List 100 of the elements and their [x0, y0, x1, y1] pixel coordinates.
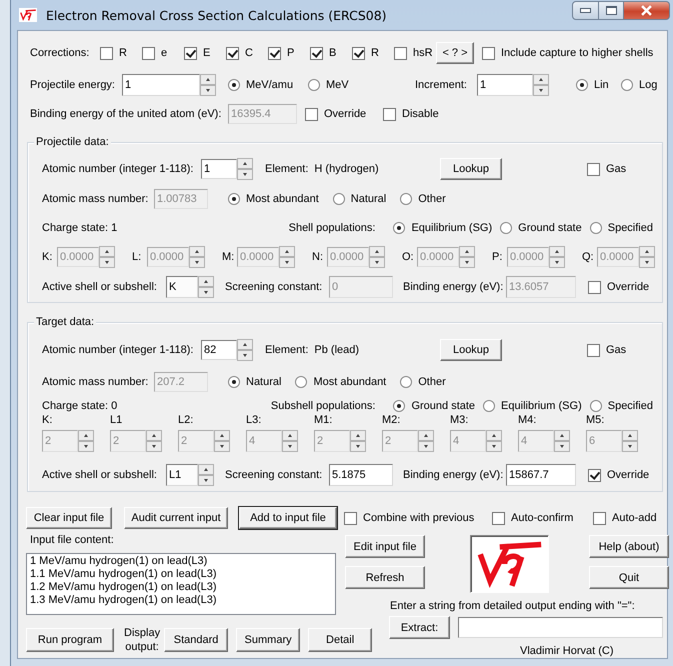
radio-button[interactable] [400, 376, 412, 388]
checkbox[interactable] [310, 46, 323, 60]
checkbox[interactable] [142, 46, 155, 60]
list-item[interactable]: 1.2 MeV/amu hydrogen(1) on lead(L3) [30, 581, 332, 594]
radio-button[interactable] [332, 193, 345, 205]
maximize-button[interactable] [599, 1, 624, 20]
radio-button[interactable] [483, 400, 496, 412]
spin-button[interactable] [237, 158, 253, 180]
spin-button[interactable] [369, 246, 385, 268]
checkbox[interactable] [268, 46, 281, 60]
spin-button[interactable] [279, 246, 295, 268]
spin-button[interactable] [554, 430, 570, 452]
input-field[interactable] [458, 617, 663, 638]
radio-button[interactable] [393, 222, 406, 234]
input-field[interactable]: L1 [166, 464, 198, 486]
spin-button[interactable] [237, 339, 253, 361]
checkbox[interactable] [100, 46, 113, 60]
input-field[interactable]: 5.1875 [329, 464, 393, 486]
run-button[interactable]: Run program [26, 628, 114, 652]
input-field[interactable]: 82 [201, 340, 237, 360]
lookup-button[interactable]: Lookup [440, 339, 502, 361]
display-button[interactable]: Detail [308, 628, 372, 652]
display-button[interactable]: Summary [236, 628, 300, 652]
radio-button[interactable] [400, 193, 412, 205]
quit-button[interactable]: Quit [589, 566, 669, 589]
spin-button[interactable] [459, 246, 475, 268]
file-button[interactable]: Clear input file [26, 507, 112, 529]
spin-button[interactable] [146, 430, 162, 452]
group-title: Target data: [34, 315, 96, 329]
edit-button[interactable]: Edit input file [345, 535, 425, 558]
input-field[interactable]: K [166, 276, 198, 298]
spin-button[interactable] [78, 430, 94, 452]
radio-button[interactable] [228, 193, 240, 205]
radio-button[interactable] [590, 222, 602, 234]
spin-button[interactable] [282, 430, 298, 452]
checkbox[interactable] [587, 344, 600, 356]
refresh-button[interactable]: Refresh [345, 566, 425, 589]
spin-button[interactable] [533, 74, 549, 96]
lookup-button[interactable]: Lookup [440, 158, 502, 180]
element-name: H (hydrogen) [314, 163, 379, 175]
spin-button[interactable] [200, 74, 216, 96]
field-label: L3: [246, 414, 262, 426]
list-item[interactable]: 1.3 MeV/amu hydrogen(1) on lead(L3) [30, 594, 332, 607]
checkbox[interactable] [482, 46, 495, 60]
checkbox-label: E [203, 47, 210, 59]
list-item[interactable]: 1 MeV/amu hydrogen(1) on lead(L3) [30, 555, 332, 568]
checkbox[interactable] [344, 512, 357, 524]
input-field[interactable]: 1 [122, 74, 200, 96]
checkbox[interactable] [394, 46, 407, 60]
checkbox[interactable] [184, 46, 197, 60]
radio-button[interactable] [308, 79, 320, 91]
input-field[interactable]: 1 [201, 159, 237, 179]
radio-button[interactable] [228, 79, 240, 91]
spin-button[interactable] [198, 276, 214, 298]
extract-button[interactable]: Extract: [389, 616, 450, 639]
checkbox[interactable] [226, 46, 239, 60]
checkbox-label: Gas [606, 163, 626, 175]
radio-button[interactable] [590, 400, 602, 412]
radio-button[interactable] [621, 79, 633, 91]
display-button[interactable]: Standard [164, 628, 228, 652]
radio-button[interactable] [500, 222, 512, 234]
spin-button[interactable] [639, 246, 655, 268]
checkbox-label: Gas [606, 344, 626, 356]
help-button[interactable]: Help (about) [589, 535, 669, 558]
file-button[interactable]: Audit current input [124, 507, 228, 529]
spin-button[interactable] [99, 246, 115, 268]
checkbox[interactable] [492, 512, 505, 524]
input-field[interactable]: 1 [477, 74, 533, 96]
file-button[interactable]: Add to input file [239, 507, 337, 529]
spin-button[interactable] [350, 430, 366, 452]
input-file-list[interactable]: 1 MeV/amu hydrogen(1) on lead(L3) 1.1 MeV/amu hydrogen(1) on lead(L3) 1.2 MeV/amu hydrogen(1) on lead(L3) 1.3 MeV/amu hydrogen(1) on lead(L3) [26, 553, 336, 615]
field-label: L: [132, 251, 142, 263]
spin-button[interactable] [189, 246, 205, 268]
radio-button[interactable] [295, 376, 308, 388]
checkbox-label: e [161, 47, 168, 59]
checkbox[interactable] [352, 46, 365, 60]
field-label: Shell populations: [288, 222, 376, 234]
radio-button[interactable] [393, 400, 406, 412]
checkbox[interactable] [587, 162, 600, 176]
spin-button[interactable] [198, 464, 214, 486]
charge-state: Charge state: 1 [42, 222, 118, 234]
radio-label: Equilibrium (SG) [501, 400, 582, 412]
spin-button[interactable] [418, 430, 434, 452]
field-label: Atomic number (integer 1-118): [42, 344, 194, 356]
list-item[interactable]: 1.1 MeV/amu hydrogen(1) on lead(L3) [30, 568, 332, 581]
spin-button[interactable] [549, 246, 565, 268]
spin-button[interactable] [486, 430, 502, 452]
checkbox[interactable] [588, 280, 601, 294]
spin-button[interactable] [214, 430, 230, 452]
close-button[interactable] [624, 1, 670, 20]
checkbox[interactable] [588, 468, 601, 482]
checkbox[interactable] [593, 512, 606, 524]
radio-button[interactable] [576, 79, 588, 91]
minimize-button[interactable] [572, 1, 599, 20]
radio-label: Equilibrium (SG) [411, 222, 492, 234]
help-button[interactable]: < ? > [436, 42, 474, 64]
display-label: Display output: [124, 626, 160, 654]
radio-button[interactable] [228, 376, 240, 388]
input-field[interactable]: 15867.7 [506, 464, 576, 486]
spin-button[interactable] [622, 430, 638, 452]
